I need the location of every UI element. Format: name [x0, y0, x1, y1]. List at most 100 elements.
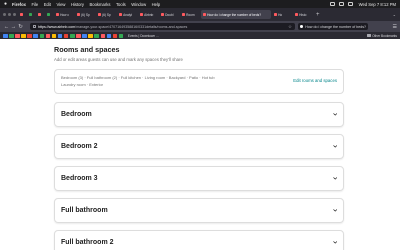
menu-edit[interactable]: Edit: [44, 2, 51, 7]
browser-tab[interactable]: [27, 10, 35, 19]
browser-tab[interactable]: (6) Sp: [96, 10, 116, 19]
browser-tab[interactable]: Airbnb: [138, 10, 158, 19]
bookmark-favicon-icon[interactable]: [106, 33, 112, 38]
tab-favicon-icon: [294, 12, 299, 17]
close-window-icon[interactable]: [3, 13, 6, 16]
tab-favicon-icon: [46, 12, 51, 17]
bookmark-events[interactable]: Events | Downtown ...: [128, 34, 159, 38]
browser-tab[interactable]: Room: [180, 10, 200, 19]
room-card-title: Bedroom: [61, 111, 92, 118]
bookmark-favicon-icon[interactable]: [70, 33, 75, 38]
bookmark-favicon-icon[interactable]: [45, 33, 51, 38]
browser-tab[interactable]: Ho: [272, 10, 292, 19]
bookmarks-bar: Events | Downtown ... Other Bookmarks: [0, 32, 400, 39]
browser-tab[interactable]: (6) Sp: [75, 10, 95, 19]
chevron-down-icon[interactable]: [332, 144, 338, 149]
room-card-title: Full bathroom 2: [61, 239, 114, 246]
bookmark-favicon-icon[interactable]: [94, 33, 99, 38]
tab-favicon-icon: [19, 12, 24, 17]
browser-tab[interactable]: Doubl: [159, 10, 179, 19]
menu-help[interactable]: Help: [152, 2, 161, 7]
bookmark-favicon-icon[interactable]: [51, 33, 57, 38]
bookmark-favicon-icon[interactable]: [57, 33, 63, 38]
browser-tab[interactable]: [36, 10, 44, 19]
other-bookmarks[interactable]: Other Bookmarks: [366, 33, 397, 38]
room-card[interactable]: Full bathroom 2: [54, 230, 344, 250]
menu-view[interactable]: View: [56, 2, 65, 7]
bookmark-favicon-icon[interactable]: [76, 33, 81, 38]
new-tab-icon[interactable]: +: [316, 12, 320, 18]
bookmark-favicon-icon[interactable]: [39, 33, 45, 38]
other-bookmarks-label: Other Bookmarks: [372, 33, 397, 38]
bookmark-favicon-icon[interactable]: [63, 33, 69, 38]
chevron-down-icon[interactable]: [332, 208, 338, 213]
menu-clock[interactable]: Wed Sep 7 8:12 PM: [359, 2, 396, 7]
bookmark-favicon-icon[interactable]: [82, 33, 87, 38]
menu-tools[interactable]: Tools: [116, 2, 126, 7]
bookmark-favicon-icon[interactable]: [3, 33, 8, 38]
tab-label: Airbnb: [144, 12, 154, 17]
tab-favicon-icon: [181, 12, 186, 17]
tab-favicon-icon: [28, 12, 33, 17]
bookmark-favicon-icon[interactable]: [100, 33, 105, 38]
search-suggestion-label: How do i change the number of beds?: [305, 24, 366, 29]
battery-icon[interactable]: [329, 2, 335, 6]
menu-app-name[interactable]: Firefox: [12, 2, 26, 7]
browser-tab[interactable]: Histo: [293, 10, 313, 19]
tab-favicon-icon: [273, 12, 278, 17]
folder-icon: [366, 34, 371, 37]
chevron-down-icon[interactable]: [332, 112, 338, 117]
browser-tab[interactable]: [18, 10, 26, 19]
back-icon[interactable]: ←: [3, 24, 10, 30]
room-card[interactable]: Bedroom 2: [54, 134, 344, 159]
list-all-tabs-icon[interactable]: ⌄: [393, 12, 396, 17]
chevron-down-icon[interactable]: [332, 240, 338, 245]
chevron-down-icon[interactable]: [332, 176, 338, 181]
tab-favicon-icon: [118, 12, 123, 17]
browser-tab[interactable]: Analyt: [117, 10, 137, 19]
bookmark-favicon-icon[interactable]: [15, 33, 20, 38]
bookmark-favicon-icon[interactable]: [9, 33, 14, 38]
zoom-window-icon[interactable]: [13, 13, 16, 16]
tab-label: How c: [60, 12, 69, 17]
tab-label: Analyt: [123, 12, 132, 17]
tab-label: (6) Sp: [102, 12, 111, 17]
tab-favicon-icon: [76, 12, 81, 17]
search-suggestion[interactable]: How do i change the number of beds?: [298, 22, 368, 31]
tab-label: (6) Sp: [81, 12, 90, 17]
menu-bookmarks[interactable]: Bookmarks: [89, 2, 110, 7]
url-domain: https://www.airbnb.com: [38, 24, 76, 29]
menu-history[interactable]: History: [71, 2, 84, 7]
lock-icon: [33, 25, 36, 28]
room-card[interactable]: Bedroom 3: [54, 166, 344, 191]
rooms-section: Rooms and spaces Add or edit areas guest…: [54, 45, 344, 250]
menu-window[interactable]: Window: [131, 2, 146, 7]
bookmark-favicon-icon[interactable]: [88, 33, 93, 38]
minimize-window-icon[interactable]: [8, 13, 11, 16]
tab-active[interactable]: How do i change the number of beds?: [201, 10, 271, 19]
spaces-list-line-2: Laundry room · Exterior: [61, 81, 104, 87]
forward-icon[interactable]: →: [10, 24, 17, 30]
tab-favicon-icon: [202, 12, 207, 17]
google-icon: [300, 24, 304, 29]
bookmark-favicon-icon[interactable]: [33, 33, 38, 38]
control-center-icon[interactable]: [347, 2, 353, 6]
edit-rooms-link[interactable]: Edit rooms and spaces: [293, 78, 337, 83]
menu-file[interactable]: File: [31, 2, 38, 7]
bookmark-favicon-icon[interactable]: [27, 33, 32, 38]
room-card[interactable]: Bedroom: [54, 102, 344, 127]
browser-tab[interactable]: [45, 10, 53, 19]
spaces-summary-card: Bedroom (3) · Full bathroom (2) · Full k…: [54, 69, 344, 94]
bookmark-star-icon[interactable]: ☆: [288, 24, 292, 30]
room-card[interactable]: Full bathroom: [54, 198, 344, 223]
browser-tab[interactable]: How c: [54, 10, 74, 19]
hamburger-menu-icon[interactable]: ☰: [393, 24, 397, 30]
reload-icon[interactable]: ↻: [17, 24, 24, 30]
tab-favicon-icon: [160, 12, 165, 17]
apple-icon[interactable]: ●: [4, 1, 8, 7]
wifi-icon[interactable]: [338, 2, 344, 6]
bookmark-favicon-icon[interactable]: [21, 33, 26, 38]
bookmark-favicon-icon[interactable]: [118, 33, 124, 38]
url-bar[interactable]: https://www.airbnb.com /manage-your-spac…: [30, 22, 295, 31]
bookmark-favicon-icon[interactable]: [112, 33, 118, 38]
